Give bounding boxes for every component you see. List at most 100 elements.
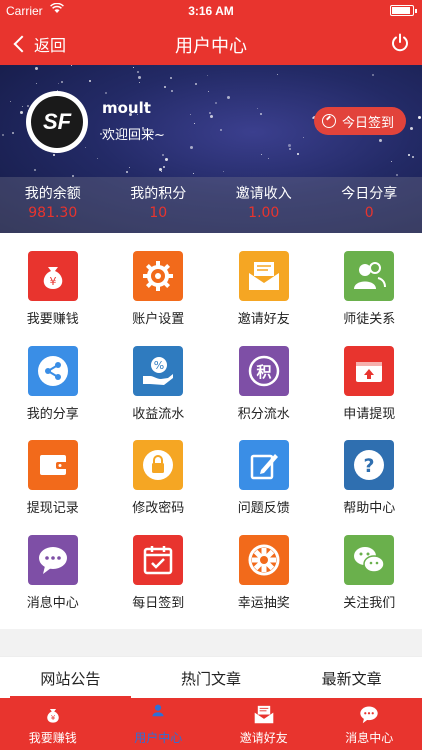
grid-item-money-bag[interactable]: ¥ 我要赚钱: [0, 251, 106, 345]
star-dot: [226, 96, 230, 100]
star-dot: [161, 170, 163, 172]
svg-text:¥: ¥: [49, 275, 56, 288]
status-time: 3:16 AM: [188, 4, 234, 18]
star-dot: [296, 153, 299, 156]
user-icon: [147, 704, 169, 726]
chat-icon: [27, 534, 78, 585]
function-grid: ¥ 我要赚钱 账户设置 邀请好友 师徒关系 我的分享% 收益流水 积积分流水 申请提现 提现记录 修…: [0, 233, 422, 629]
star-dot: [277, 73, 279, 75]
stat-label: 我的余额: [24, 186, 81, 202]
avatar[interactable]: SF: [26, 91, 88, 153]
bottom-nav-item-0[interactable]: ¥ 我要赚钱: [0, 698, 106, 750]
grid-item-chat[interactable]: 消息中心: [0, 534, 106, 629]
bottom-nav-label: 我要赚钱: [28, 731, 77, 745]
page-title: 用户中心: [175, 36, 247, 57]
battery-level: [392, 7, 410, 14]
stat-value: 981.30: [28, 205, 78, 221]
bottom-nav: ¥ 我要赚钱 用户中心 邀请好友 消息中心: [0, 698, 422, 750]
checkin-button[interactable]: 今日签到: [313, 107, 406, 135]
star-dot: [137, 71, 140, 74]
tab-2[interactable]: 最新文章: [281, 657, 422, 698]
star-dot: [10, 101, 12, 103]
star-dot: [12, 132, 15, 135]
star-dot: [194, 122, 196, 124]
percent-hand-icon: %: [133, 345, 184, 396]
stat-points[interactable]: 我的积分 10: [106, 177, 212, 233]
help-icon: ?: [344, 440, 395, 490]
stat-value: 10: [149, 205, 168, 221]
pencil-circle-icon: [321, 114, 336, 128]
stat-label: 今日分享: [341, 186, 398, 202]
grid-item-users[interactable]: 师徒关系: [317, 251, 422, 345]
star-dot: [190, 114, 192, 116]
grid-item-label: 幸运抽奖: [237, 595, 290, 611]
star-dot: [104, 92, 107, 95]
grid-item-help[interactable]: ? 帮助中心: [317, 440, 422, 534]
star-dot: [418, 116, 422, 120]
stat-label: 邀请收入: [235, 186, 292, 202]
edit-icon: [238, 440, 289, 490]
star-dot: [21, 106, 23, 108]
grid-item-label: 修改密码: [132, 501, 185, 516]
grid-item-label: 积分流水: [237, 406, 290, 422]
grid-item-gear[interactable]: 账户设置: [106, 251, 212, 345]
lottery-wheel-icon: [238, 534, 289, 585]
bottom-nav-item-3[interactable]: 消息中心: [317, 698, 422, 750]
star-dot: [195, 82, 198, 85]
power-icon[interactable]: [390, 33, 410, 53]
envelope-icon: [238, 251, 289, 301]
grid-item-label: 每日签到: [132, 595, 185, 611]
bottom-nav-item-2[interactable]: 邀请好友: [211, 698, 317, 750]
star-dot: [138, 76, 142, 80]
star-dot: [287, 144, 291, 148]
star-dot: [391, 161, 393, 163]
grid-item-share[interactable]: 我的分享: [0, 345, 106, 440]
stat-today-share[interactable]: 今日分享 0: [317, 177, 422, 233]
bottom-nav-item-1[interactable]: 用户中心: [106, 698, 212, 750]
star-dot: [70, 65, 72, 67]
star-dot: [396, 173, 399, 176]
grid-item-wallet-up[interactable]: 申请提现: [317, 345, 422, 440]
stat-balance[interactable]: 我的余额 981.30: [0, 177, 106, 233]
star-dot: [222, 170, 224, 172]
grid-item-label: 收益流水: [132, 406, 185, 422]
star-dot: [132, 67, 134, 69]
grid-item-lock[interactable]: 修改密码: [106, 440, 212, 534]
star-dot: [220, 128, 223, 131]
grid-item-calendar-check[interactable]: 每日签到: [106, 534, 212, 629]
star-dot: [164, 157, 168, 161]
star-dot: [60, 81, 63, 84]
grid-item-lottery-wheel[interactable]: 幸运抽奖: [211, 534, 317, 629]
nav-bar: 返回 用户中心: [0, 22, 422, 65]
star-dot: [33, 168, 36, 171]
grid-item-label: 帮助中心: [343, 501, 396, 516]
star-dot: [34, 67, 38, 71]
star-dot: [139, 82, 141, 84]
envelope-icon: [246, 704, 282, 726]
svg-text:¥: ¥: [51, 714, 56, 722]
status-bar: Carrier 3:16 AM: [0, 0, 422, 22]
welcome-text: 欢迎回来~: [102, 128, 165, 143]
star-dot: [193, 173, 195, 175]
grid-item-percent-hand[interactable]: % 收益流水: [106, 345, 212, 440]
stat-value: 0: [364, 205, 374, 221]
grid-item-wallet[interactable]: 提现记录: [0, 440, 106, 534]
article-tabs: 网站公告 热门文章 最新文章: [0, 656, 422, 698]
star-dot: [268, 157, 270, 159]
star-dot: [410, 127, 414, 131]
stat-invite-income[interactable]: 邀请收入 1.00: [211, 177, 317, 233]
star-dot: [20, 111, 24, 115]
star-dot: [1, 134, 4, 137]
grid-item-label: 我的分享: [26, 406, 79, 422]
grid-item-wechat[interactable]: 关注我们: [317, 534, 422, 629]
grid-item-label: 关注我们: [343, 595, 396, 611]
grid-item-label: 问题反馈: [237, 501, 290, 516]
tab-0[interactable]: 网站公告: [0, 657, 141, 698]
star-dot: [85, 146, 86, 148]
grid-item-points[interactable]: 积积分流水: [211, 345, 317, 440]
tab-1[interactable]: 热门文章: [141, 657, 282, 698]
grid-item-edit[interactable]: 问题反馈: [211, 440, 317, 534]
grid-item-label: 提现记录: [26, 501, 79, 516]
grid-item-envelope[interactable]: 邀请好友: [211, 251, 317, 345]
money-bag-icon: ¥: [36, 704, 70, 726]
